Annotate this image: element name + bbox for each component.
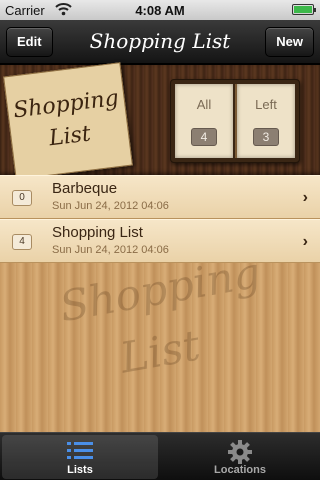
wood-background: Shopping List [0, 248, 320, 432]
summary-book: All 4 Left 3 [170, 79, 300, 163]
tab-bar: Lists Locations [0, 432, 320, 480]
all-label: All [196, 97, 212, 112]
battery-icon [292, 4, 316, 15]
logo-line-2: List [47, 121, 93, 152]
gear-icon [228, 440, 252, 464]
tab-locations-label: Locations [214, 464, 266, 476]
tab-lists-label: Lists [67, 464, 93, 476]
page-title: Shopping List [89, 29, 231, 53]
battery-fill [294, 6, 312, 13]
list-date: Sun Jun 24, 2012 04:06 [52, 200, 169, 212]
tab-lists[interactable]: Lists [2, 435, 158, 479]
all-count: 4 [191, 128, 217, 146]
left-label: Left [255, 97, 277, 112]
logo-card: Shopping List [3, 62, 133, 180]
header-banner: Shopping List All 4 Left 3 [0, 62, 320, 180]
list-icon [67, 442, 93, 459]
list-title: Barbeque [52, 180, 118, 197]
list-title: Shopping List [52, 224, 143, 241]
edit-button[interactable]: Edit [6, 27, 53, 57]
left-count: 3 [253, 128, 279, 146]
navigation-bar: Edit Shopping List New [0, 20, 320, 64]
item-count-badge: 4 [12, 234, 32, 250]
all-items-page: All 4 [175, 84, 233, 158]
status-time: 4:08 AM [135, 3, 185, 18]
left-items-page: Left 3 [237, 84, 295, 158]
tab-locations[interactable]: Locations [162, 435, 318, 479]
list-date: Sun Jun 24, 2012 04:06 [52, 244, 169, 256]
new-list-button[interactable]: New [265, 27, 314, 57]
item-count-badge: 0 [12, 190, 32, 206]
list-item[interactable]: 0 Barbeque Sun Jun 24, 2012 04:06 › [0, 175, 320, 219]
chevron-right-icon: › [302, 189, 308, 206]
status-bar: Carrier 4:08 AM [0, 0, 320, 20]
